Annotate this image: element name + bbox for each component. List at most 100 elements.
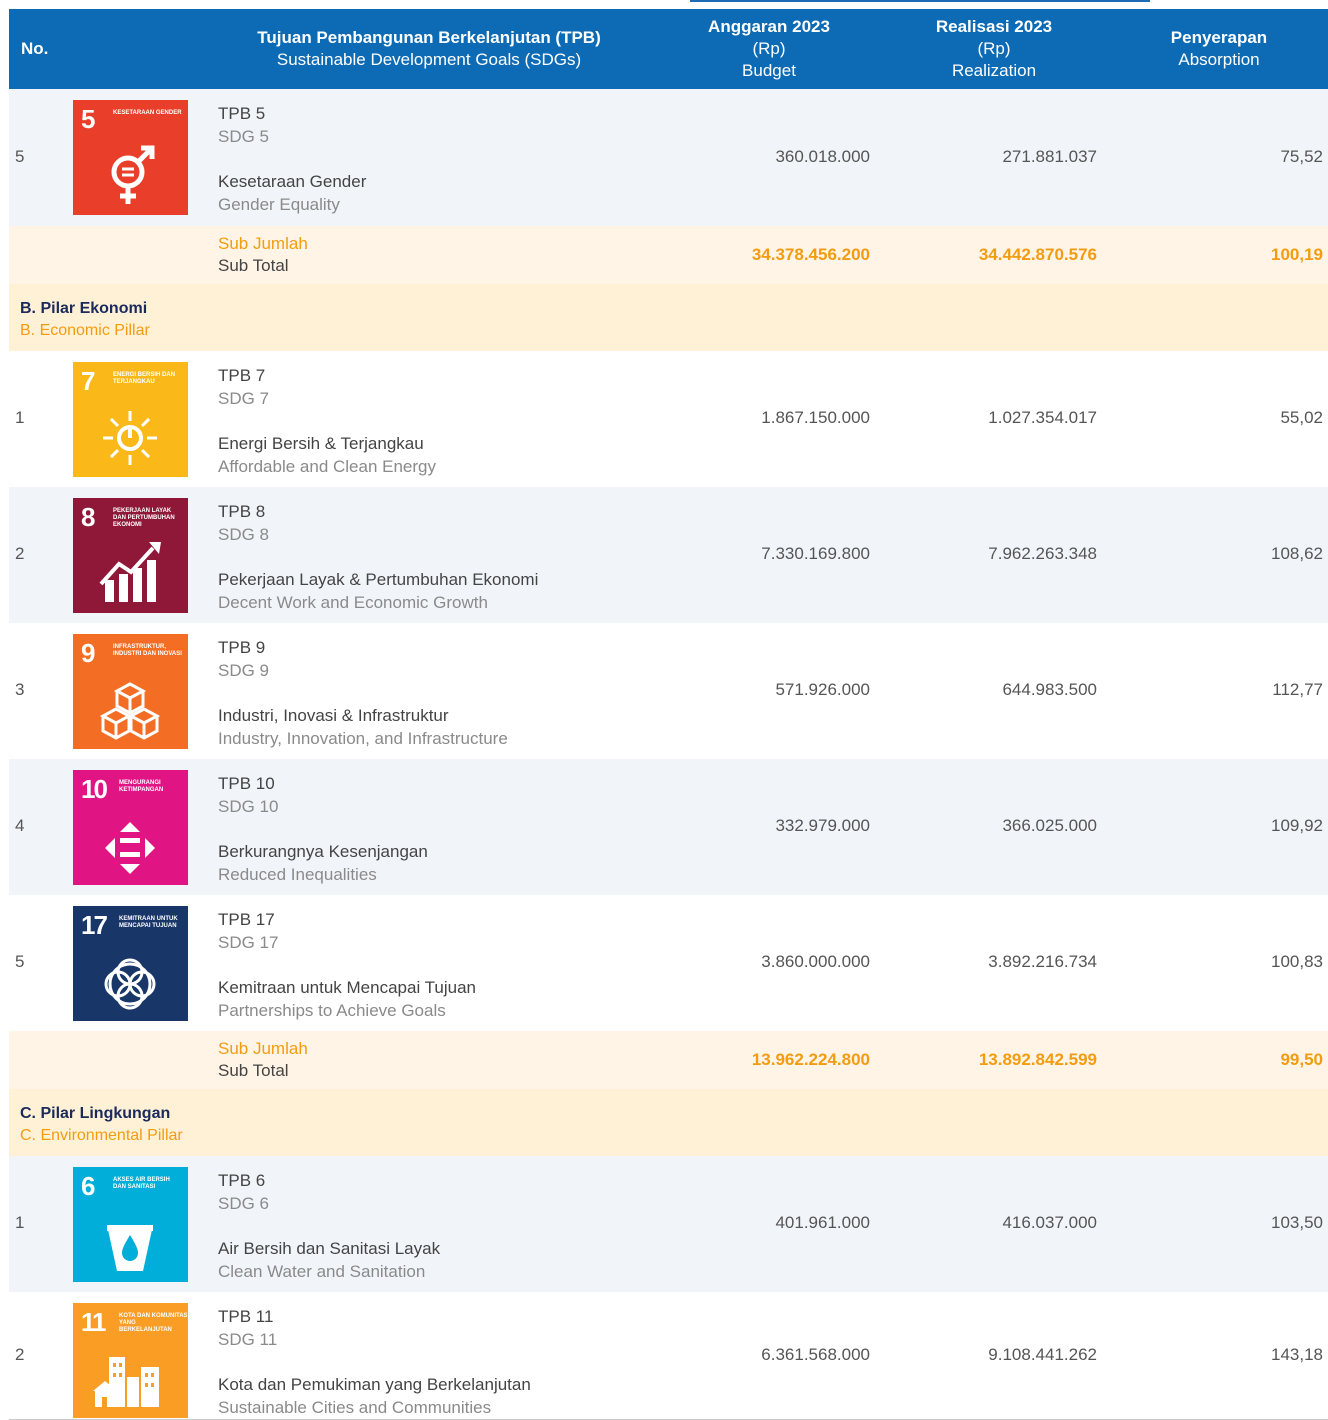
budget-value: 7.330.169.800 bbox=[761, 544, 870, 563]
goal-text: TPB 11 SDG 11 Kota dan Pemukiman yang Berk… bbox=[218, 1305, 531, 1419]
header-budget-unit: (Rp) bbox=[752, 39, 786, 58]
subtotal-absorption: 99,50 bbox=[1280, 1050, 1323, 1069]
sdg-code: SDG 5 bbox=[218, 127, 270, 146]
sustainable-cities-icon: 11 KOTA DAN KOMUNITAS YANG BERKELANJUTAN bbox=[73, 1303, 188, 1418]
subtotal-budget: 34.378.456.200 bbox=[751, 245, 870, 264]
goal-text: TPB 8 SDG 8 Pekerjaan Layak & Pertumbuhan … bbox=[218, 500, 538, 614]
tpb-code: TPB 17 bbox=[218, 910, 275, 929]
sdg-code: SDG 11 bbox=[218, 1330, 278, 1349]
clean-energy-icon: 7 ENERGI BERSIH DAN TERJANGKAU bbox=[73, 362, 188, 477]
top-rule-accent bbox=[690, 0, 1150, 2]
budget-value: 360.018.000 bbox=[775, 147, 870, 166]
row-number: 1 bbox=[15, 408, 25, 427]
sdg-code: SDG 6 bbox=[218, 1194, 270, 1213]
pillar-title-en: B. Economic Pillar bbox=[20, 322, 150, 339]
tpb-code: TPB 6 bbox=[218, 1171, 266, 1190]
absorption-value: 55,02 bbox=[1280, 408, 1323, 427]
row-number: 5 bbox=[15, 147, 25, 166]
goal-name-id: Air Bersih dan Sanitasi Layak bbox=[218, 1239, 441, 1258]
icon-goal-label: ENERGI BERSIH DAN TERJANGKAU bbox=[113, 372, 176, 385]
subtotal-absorption: 100,19 bbox=[1271, 245, 1323, 264]
icon-goal-label: KEMITRAAN UNTUK MENCAPAI TUJUAN bbox=[119, 916, 178, 929]
icon-goal-number: 10 bbox=[81, 774, 108, 804]
subtotal-realization: 34.442.870.576 bbox=[978, 245, 1097, 264]
realization-value: 1.027.354.017 bbox=[988, 408, 1097, 427]
pillar-title-id: B. Pilar Ekonomi bbox=[20, 300, 148, 317]
goal-text: TPB 17 SDG 17 Kemitraan untuk Mencapai Tuj… bbox=[218, 908, 476, 1022]
goal-name-id: Kemitraan untuk Mencapai Tujuan bbox=[218, 978, 476, 997]
tpb-code: TPB 11 bbox=[218, 1307, 274, 1326]
subtotal-label: Sub Jumlah Sub Total bbox=[218, 233, 308, 277]
sdg-code: SDG 8 bbox=[218, 525, 270, 544]
header-tpb-subtitle: Sustainable Development Goals (SDGs) bbox=[276, 50, 582, 69]
header-budget: Anggaran 2023 (Rp) Budget bbox=[689, 9, 849, 89]
budget-value: 332.979.000 bbox=[775, 816, 870, 835]
header-real-title: Realisasi 2023 bbox=[935, 17, 1053, 36]
icon-goal-number: 11 bbox=[81, 1307, 106, 1337]
partnership-icon: 17 KEMITRAAN UNTUK MENCAPAI TUJUAN bbox=[73, 906, 188, 1021]
sdg-code: SDG 17 bbox=[218, 933, 279, 952]
subtotal-realization: 13.892.842.599 bbox=[978, 1050, 1097, 1069]
subtotal-label-en: Sub Total bbox=[218, 256, 289, 275]
realization-value: 644.983.500 bbox=[1002, 680, 1097, 699]
infrastructure-icon: 9 INFRASTRUKTUR, INDUSTRI DAN INOVASI bbox=[73, 634, 188, 749]
absorption-value: 112,77 bbox=[1272, 680, 1323, 699]
budget-value: 3.860.000.000 bbox=[761, 952, 870, 971]
icon-goal-number: 9 bbox=[81, 638, 96, 668]
reduced-inequalities-icon: 10 MENGURANGI KETIMPANGAN bbox=[73, 770, 188, 885]
icon-goal-label: KOTA DAN KOMUNITAS YANG BERKELANJUTAN bbox=[119, 1313, 188, 1333]
table-row: 4 10 MENGURANGI KETIMPANGAN TPB 10 SDG 10 Be… bbox=[9, 759, 1328, 896]
icon-goal-label: MENGURANGI KETIMPANGAN bbox=[119, 780, 164, 793]
realization-value: 416.037.000 bbox=[1002, 1213, 1097, 1232]
absorption-value: 75,52 bbox=[1280, 147, 1323, 166]
goal-name-en: Sustainable Cities and Communities bbox=[218, 1398, 492, 1417]
icon-goal-number: 5 bbox=[81, 104, 96, 134]
absorption-value: 143,18 bbox=[1271, 1345, 1323, 1364]
header-budget-en: Budget bbox=[742, 61, 796, 80]
subtotal-label: Sub Jumlah Sub Total bbox=[218, 1038, 308, 1082]
subtotal-row: Sub Jumlah Sub Total 34.378.456.200 34.442.… bbox=[9, 226, 1328, 285]
table-header: No. Tujuan Pembangunan Berkelanjutan (TP… bbox=[9, 9, 1328, 89]
realization-value: 271.881.037 bbox=[1002, 147, 1097, 166]
header-real-en: Realization bbox=[951, 61, 1037, 80]
pillar-row: C. Pilar Lingkungan C. Environmental Pill… bbox=[9, 1089, 1328, 1157]
header-tpb: Tujuan Pembangunan Berkelanjutan (TPB) S… bbox=[209, 9, 649, 89]
sdg-code: SDG 7 bbox=[218, 389, 270, 408]
goal-text: TPB 9 SDG 9 Industri, Inovasi & Infrastruk… bbox=[218, 636, 508, 750]
icon-goal-label: KESETARAAN GENDER bbox=[113, 110, 182, 116]
table-row: 3 9 INFRASTRUKTUR, INDUSTRI DAN INOVASI TP… bbox=[9, 623, 1328, 760]
top-rule bbox=[0, 0, 1328, 9]
budget-value: 571.926.000 bbox=[775, 680, 870, 699]
budget-value: 6.361.568.000 bbox=[761, 1345, 870, 1364]
budget-value: 401.961.000 bbox=[775, 1213, 870, 1232]
icon-goal-number: 8 bbox=[81, 502, 96, 532]
header-budget-title: Anggaran 2023 bbox=[708, 17, 830, 36]
row-number: 5 bbox=[15, 952, 25, 971]
goal-name-en: Clean Water and Sanitation bbox=[218, 1262, 426, 1281]
icon-goal-number: 17 bbox=[81, 910, 108, 940]
row-number: 2 bbox=[15, 1345, 25, 1364]
icon-goal-label: PEKERJAAN LAYAK DAN PERTUMBUHAN EKONOMI bbox=[113, 508, 175, 528]
gender-equality-icon: 5 KESETARAAN GENDER bbox=[73, 100, 188, 215]
table-row: 2 11 KOTA DAN KOMUNITAS YANG BERKELANJUTA… bbox=[9, 1292, 1328, 1420]
row-number: 3 bbox=[15, 680, 25, 699]
sdg-code: SDG 9 bbox=[218, 661, 270, 680]
realization-value: 3.892.216.734 bbox=[988, 952, 1097, 971]
tpb-code: TPB 5 bbox=[218, 104, 266, 123]
realization-value: 7.962.263.348 bbox=[988, 544, 1097, 563]
table-row: 2 8 PEKERJAAN LAYAK DAN PERTUMBUHAN EKONO… bbox=[9, 487, 1328, 624]
realization-value: 9.108.441.262 bbox=[988, 1345, 1097, 1364]
goal-name-id: Kota dan Pemukiman yang Berkelanjutan bbox=[218, 1375, 531, 1394]
absorption-value: 103,50 bbox=[1271, 1213, 1323, 1232]
row-number: 2 bbox=[15, 544, 25, 563]
goal-name-id: Berkurangnya Kesenjangan bbox=[218, 842, 428, 861]
tpb-code: TPB 8 bbox=[218, 502, 266, 521]
pillar-row: B. Pilar Ekonomi B. Economic Pillar bbox=[9, 284, 1328, 352]
header-realization: Realisasi 2023 (Rp) Realization bbox=[914, 9, 1074, 89]
goal-name-en: Gender Equality bbox=[218, 195, 340, 214]
subtotal-label-id: Sub Jumlah bbox=[218, 234, 308, 253]
header-absorption: Penyerapan Absorption bbox=[1139, 9, 1299, 89]
goal-name-en: Reduced Inequalities bbox=[218, 865, 377, 884]
subtotal-row: Sub Jumlah Sub Total 13.962.224.800 13.892.… bbox=[9, 1031, 1328, 1090]
clean-water-icon: 6 AKSES AIR BERSIH DAN SANITASI bbox=[73, 1167, 188, 1282]
